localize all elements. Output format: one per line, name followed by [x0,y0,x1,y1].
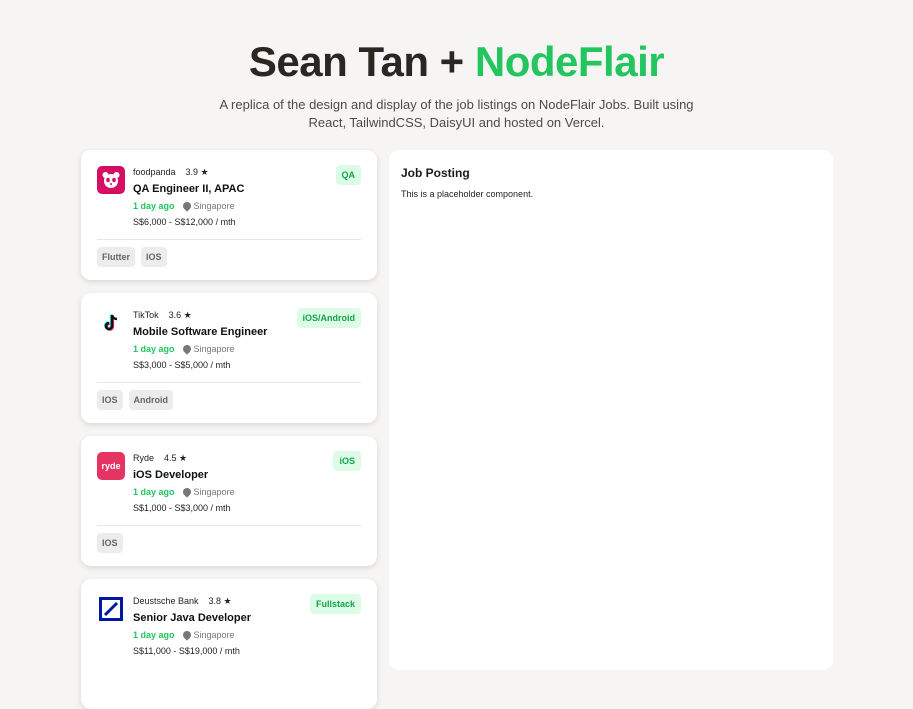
job-location: Singapore [180,486,235,498]
title-brand: NodeFlair [474,38,665,85]
skill-tag: Android [128,390,174,410]
skill-tag: IOS [141,247,167,267]
job-location: Singapore [180,629,235,641]
skills-list: IOS [97,533,123,553]
job-title[interactable]: Mobile Software Engineer [133,326,267,338]
posted-ago: 1 day ago [133,487,175,497]
job-location: Singapore [180,343,235,355]
location-pin-icon [180,486,193,498]
posted-ago: 1 day ago [133,201,175,211]
location-text: Singapore [193,201,235,211]
skill-tag: Flutter [97,247,135,267]
page-title: Sean Tan + NodeFlair [0,40,913,84]
card-divider [97,382,361,383]
skills-list: IOS Android [97,390,174,410]
main-layout: foodpanda 3.9 ★ QA Engineer II, APAC 1 da… [81,150,833,709]
job-location: Singapore [180,200,235,212]
company-rating: 3.6 ★ [168,310,192,320]
company-meta: TikTok 3.6 ★ [133,310,192,321]
location-text: Singapore [193,630,235,640]
job-category-tag: iOS [333,451,361,471]
posted-ago: 1 day ago [133,344,175,354]
company-name: TikTok [133,310,159,320]
company-meta: foodpanda 3.9 ★ [133,167,209,178]
title-name: Sean Tan + [248,38,475,85]
location-text: Singapore [193,487,235,497]
company-name: Ryde [133,453,155,463]
panda-icon [97,166,125,194]
company-meta: Ryde 4.5 ★ [133,453,187,464]
hero: Sean Tan + NodeFlair A replica of the de… [0,0,913,132]
page-subtitle: A replica of the design and display of t… [219,97,694,130]
company-meta: Deustsche Bank 3.8 ★ [133,596,232,607]
tiktok-icon [97,309,125,337]
job-posted: 1 day ago Singapore [133,486,235,498]
company-rating: 3.8 ★ [208,596,232,606]
deutsche-bank-icon [97,595,125,623]
job-salary: S$6,000 - S$12,000 / mth [133,217,236,227]
ryde-logo-text: ryde [101,461,121,471]
skill-tag: IOS [97,533,123,553]
job-category-tag: iOS/Android [296,308,361,328]
skill-tag: IOS [97,390,123,410]
job-title[interactable]: iOS Developer [133,469,208,481]
job-salary: S$1,000 - S$3,000 / mth [133,503,231,513]
card-divider [97,525,361,526]
company-rating: 4.5 ★ [164,453,188,463]
job-posted: 1 day ago Singapore [133,629,235,641]
skills-list: Flutter IOS [97,247,167,267]
job-title[interactable]: QA Engineer II, APAC [133,183,244,195]
ryde-logo: ryde [97,452,125,480]
job-card[interactable]: TikTok 3.6 ★ Mobile Software Engineer 1 d… [81,293,377,423]
job-title[interactable]: Senior Java Developer [133,612,251,624]
posted-ago: 1 day ago [133,630,175,640]
location-text: Singapore [193,344,235,354]
company-name: foodpanda [133,167,176,177]
location-pin-icon [180,200,193,212]
job-posted: 1 day ago Singapore [133,343,235,355]
job-salary: S$3,000 - S$5,000 / mth [133,360,231,370]
job-posting-panel: Job Posting This is a placeholder compon… [389,150,833,670]
job-card[interactable]: ryde Ryde 4.5 ★ iOS Developer 1 day ago Si… [81,436,377,566]
job-category-tag: Fullstack [309,594,361,614]
job-category-tag: QA [335,165,361,185]
job-card[interactable]: foodpanda 3.9 ★ QA Engineer II, APAC 1 da… [81,150,377,280]
panel-body: This is a placeholder component. [401,189,534,199]
job-salary: S$11,000 - S$19,000 / mth [133,646,240,656]
panel-title: Job Posting [401,166,470,180]
job-card[interactable]: Deustsche Bank 3.8 ★ Senior Java Develope… [81,579,377,709]
company-name: Deustsche Bank [133,596,199,606]
location-pin-icon [180,629,193,641]
location-pin-icon [180,343,193,355]
card-divider [97,239,361,240]
company-rating: 3.9 ★ [185,167,209,177]
job-posted: 1 day ago Singapore [133,200,235,212]
